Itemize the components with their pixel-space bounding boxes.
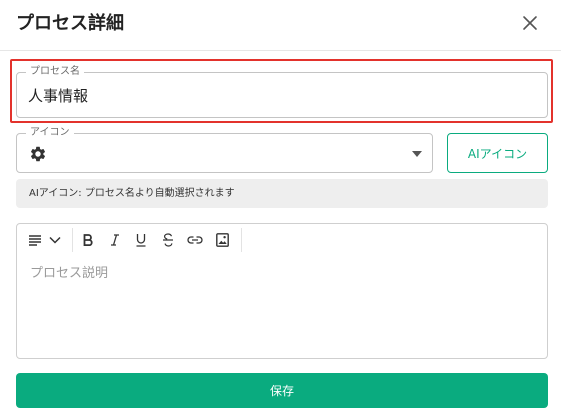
description-placeholder[interactable]: プロセス説明 <box>30 262 108 281</box>
dialog-title: プロセス詳細 <box>16 13 124 34</box>
process-name-value[interactable]: 人事情報 <box>28 85 88 106</box>
paragraph-format-icon[interactable] <box>27 231 43 249</box>
process-name-field[interactable]: プロセス名 人事情報 <box>16 65 548 118</box>
editor-toolbar <box>17 224 547 256</box>
toolbar-separator <box>241 228 242 252</box>
description-editor[interactable]: プロセス説明 <box>16 223 548 359</box>
bold-icon[interactable] <box>81 231 95 249</box>
ai-icon-button[interactable]: AIアイコン <box>447 133 548 173</box>
icon-select-label: アイコン <box>26 126 74 140</box>
chevron-down-icon[interactable] <box>48 231 62 249</box>
gear-icon <box>29 145 47 163</box>
icon-select[interactable]: アイコン <box>16 126 433 173</box>
strikethrough-icon[interactable] <box>161 231 175 249</box>
save-button[interactable]: 保存 <box>16 373 548 408</box>
link-icon[interactable] <box>187 231 203 249</box>
dialog-header: プロセス詳細 <box>0 0 561 51</box>
underline-icon[interactable] <box>134 231 148 249</box>
dropdown-caret-icon[interactable] <box>412 151 422 157</box>
ai-icon-hint: AIアイコン: プロセス名より自動選択されます <box>16 179 548 208</box>
process-name-label: プロセス名 <box>26 65 84 79</box>
toolbar-separator <box>72 228 73 252</box>
close-icon[interactable] <box>519 12 541 34</box>
italic-icon[interactable] <box>108 231 122 249</box>
image-icon[interactable] <box>215 231 229 249</box>
